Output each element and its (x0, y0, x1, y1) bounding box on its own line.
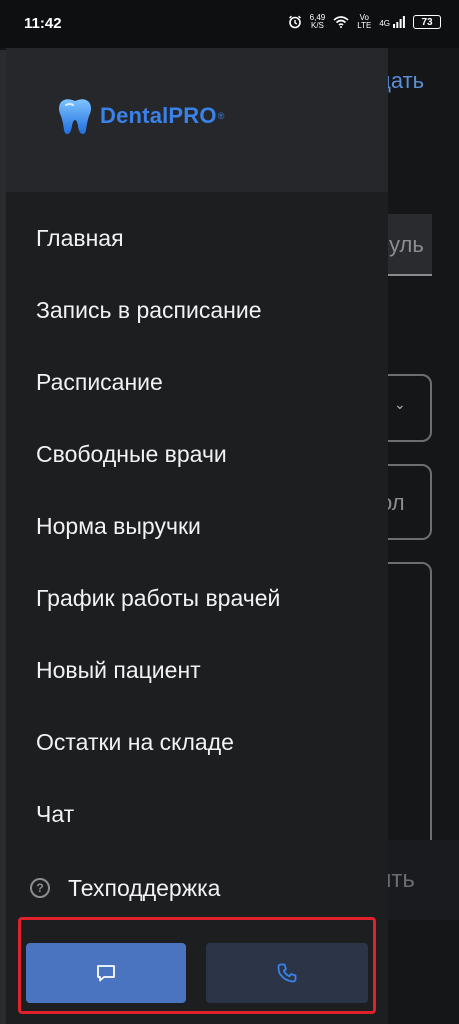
menu-item-new-patient[interactable]: Новый пациент (6, 634, 388, 706)
logo-text: DentalPRO (100, 103, 217, 128)
menu-item-stock-balance[interactable]: Остатки на складе (6, 706, 388, 778)
network-type: 4G (379, 19, 390, 28)
menu-item-free-doctors[interactable]: Свободные врачи (6, 418, 388, 490)
status-bar: 11:42 6,49 K/S Vo LTE 4G 73 (0, 0, 459, 48)
battery-icon: 73 (413, 15, 441, 29)
menu-item-doctors-work-schedule[interactable]: График работы врачей (6, 562, 388, 634)
menu-item-book-appointment[interactable]: Запись в расписание (6, 274, 388, 346)
signal-bars-icon (393, 16, 405, 28)
phone-icon (277, 963, 297, 983)
support-link[interactable]: ? Техподдержка (30, 866, 220, 910)
status-time: 11:42 (24, 15, 62, 32)
menu-item-home[interactable]: Главная (6, 202, 388, 274)
call-support-button[interactable] (206, 943, 368, 1003)
network-speed-unit: K/S (311, 21, 324, 30)
help-circle-icon: ? (30, 878, 50, 898)
registered-mark: ® (217, 111, 225, 121)
chat-bubble-icon (97, 965, 115, 982)
tooth-icon (59, 99, 91, 135)
battery-level: 73 (421, 16, 433, 28)
dentalpro-logo: DentalPRO ® (56, 96, 224, 136)
drawer-menu: Главная Запись в расписание Расписание С… (6, 202, 388, 850)
chat-support-button[interactable] (26, 943, 186, 1003)
volte-bottom: LTE (357, 21, 372, 30)
wifi-icon (333, 16, 349, 28)
menu-item-revenue-norm[interactable]: Норма выручки (6, 490, 388, 562)
support-label: Техподдержка (68, 874, 221, 901)
navigation-drawer: DentalPRO ® Главная Запись в расписание … (6, 48, 388, 1024)
network-speed: 6,49 K/S (310, 14, 326, 30)
volte-indicator: Vo LTE (357, 14, 371, 30)
menu-item-chat[interactable]: Чат (6, 778, 388, 850)
menu-item-schedule[interactable]: Расписание (6, 346, 388, 418)
status-icons: 6,49 K/S Vo LTE 4G 73 (288, 14, 441, 30)
alarm-icon (288, 15, 301, 29)
chevron-down-icon: ⌄ (394, 396, 406, 412)
drawer-header: DentalPRO ® (6, 48, 388, 192)
cellular-signal-icon: 4G (379, 16, 405, 28)
